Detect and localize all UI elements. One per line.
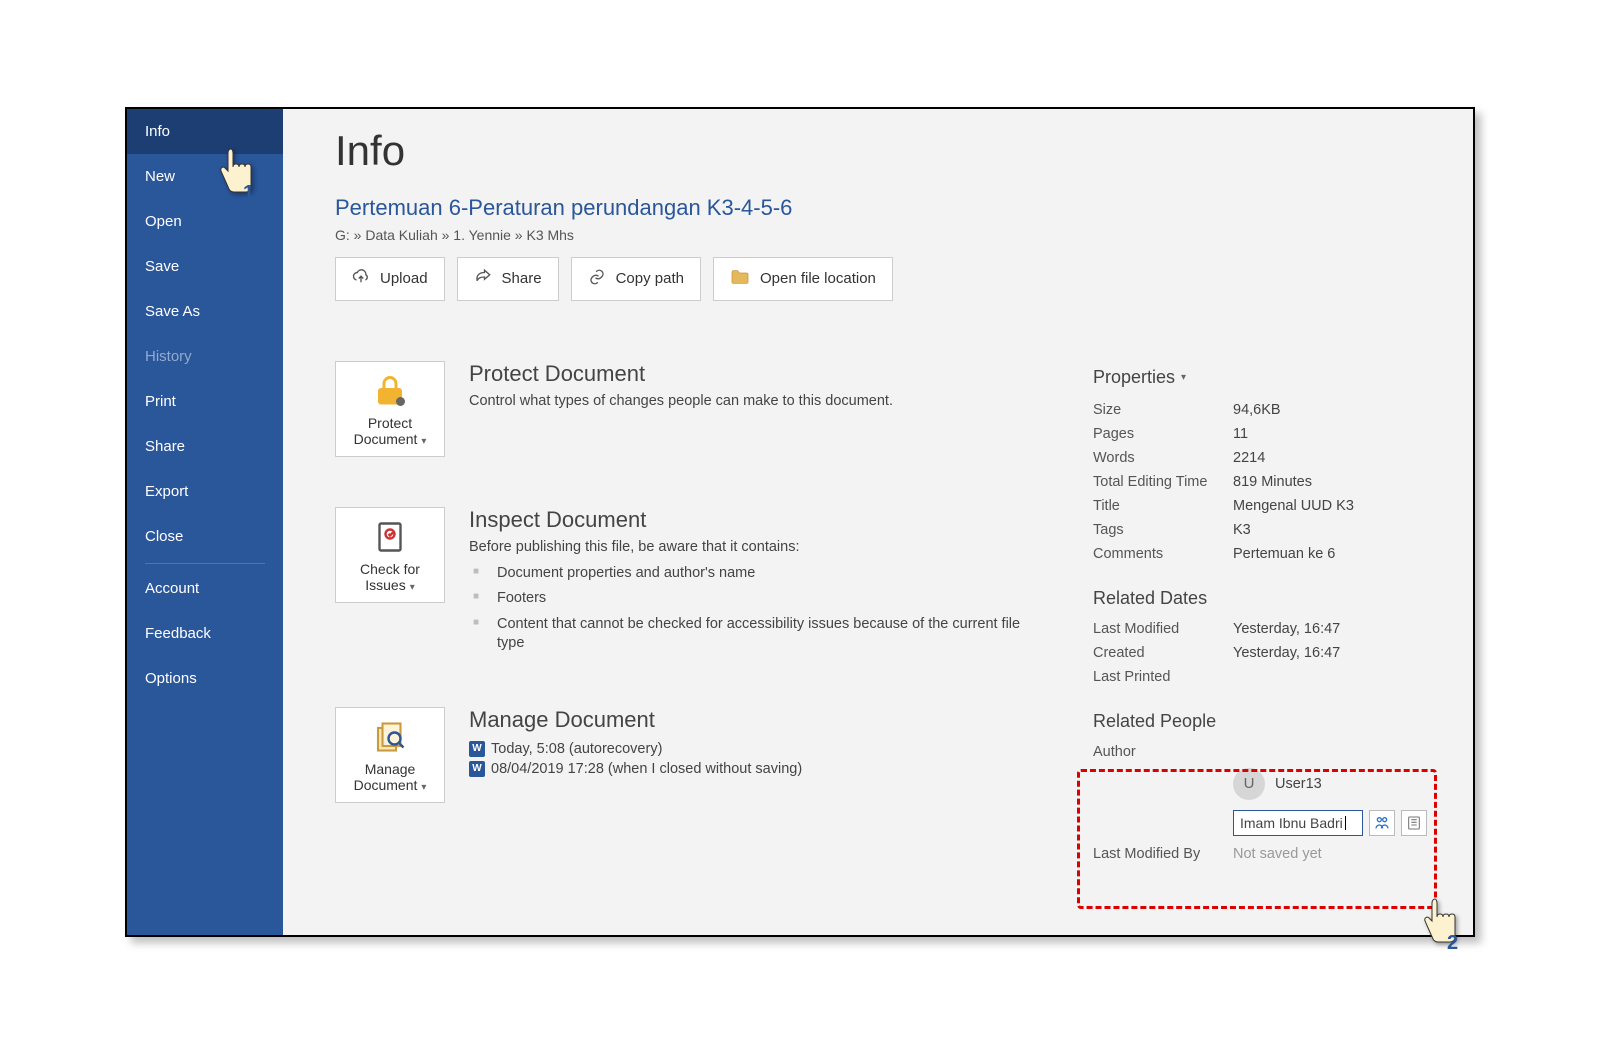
protect-document-tile[interactable]: Protect Document bbox=[335, 361, 445, 457]
prop-last-printed: Last Printed bbox=[1093, 665, 1443, 689]
protect-desc: Control what types of changes people can… bbox=[469, 393, 893, 409]
recovery-version-row[interactable]: W Today, 5:08 (autorecovery) bbox=[469, 739, 802, 759]
author-name: User13 bbox=[1275, 776, 1322, 792]
sidebar-item-options[interactable]: Options bbox=[127, 656, 283, 701]
properties-dropdown[interactable]: Properties bbox=[1093, 367, 1443, 388]
prop-author: Author bbox=[1093, 740, 1443, 764]
check-for-issues-tile[interactable]: Check for Issues bbox=[335, 507, 445, 603]
lock-key-icon bbox=[372, 371, 408, 411]
sidebar-item-close[interactable]: Close bbox=[127, 514, 283, 559]
related-dates-header: Related Dates bbox=[1093, 588, 1443, 609]
prop-editing-time: Total Editing Time819 Minutes bbox=[1093, 470, 1443, 494]
copy-path-label: Copy path bbox=[616, 270, 684, 287]
sidebar-item-share[interactable]: Share bbox=[127, 424, 283, 469]
open-file-location-label: Open file location bbox=[760, 270, 876, 287]
sidebar-item-save[interactable]: Save bbox=[127, 244, 283, 289]
folder-icon bbox=[730, 269, 750, 289]
sidebar-item-export[interactable]: Export bbox=[127, 469, 283, 514]
upload-button[interactable]: Upload bbox=[335, 257, 445, 301]
prop-tags[interactable]: TagsK3 bbox=[1093, 518, 1443, 542]
document-check-icon bbox=[372, 517, 408, 557]
inspect-issue-item: Document properties and author's name bbox=[473, 561, 1023, 587]
breadcrumb: G: » Data Kuliah » 1. Yennie » K3 Mhs bbox=[335, 227, 1443, 243]
callout-number-2: 2 bbox=[1447, 932, 1458, 955]
main-panel: Info Pertemuan 6-Peraturan perundangan K… bbox=[283, 109, 1473, 935]
inspect-desc: Before publishing this file, be aware th… bbox=[469, 539, 1023, 555]
inspect-title: Inspect Document bbox=[469, 507, 1023, 533]
share-label: Share bbox=[502, 270, 542, 287]
manage-section: Manage Document Manage Document W Today,… bbox=[335, 707, 1053, 803]
add-author-row: Imam Ibnu Badri bbox=[1233, 810, 1443, 836]
inspect-issue-list: Document properties and author's name Fo… bbox=[469, 561, 1023, 657]
protect-section: Protect Document Protect Document Contro… bbox=[335, 361, 1053, 457]
inspect-issue-item: Content that cannot be checked for acces… bbox=[473, 612, 1023, 657]
action-row: Upload Share Copy path Open file locatio… bbox=[335, 257, 1443, 301]
share-arrow-icon bbox=[474, 268, 492, 290]
prop-pages: Pages11 bbox=[1093, 422, 1443, 446]
prop-last-modified: Last ModifiedYesterday, 16:47 bbox=[1093, 617, 1443, 641]
sidebar-item-new[interactable]: New bbox=[127, 154, 283, 199]
sidebar-item-open[interactable]: Open bbox=[127, 199, 283, 244]
sidebar-item-feedback[interactable]: Feedback bbox=[127, 611, 283, 656]
share-button[interactable]: Share bbox=[457, 257, 559, 301]
word-document-icon: W bbox=[469, 761, 485, 777]
word-document-icon: W bbox=[469, 741, 485, 757]
sidebar-separator bbox=[145, 563, 265, 564]
inspect-issue-item: Footers bbox=[473, 586, 1023, 612]
sidebar-item-history[interactable]: History bbox=[127, 334, 283, 379]
page-title: Info bbox=[335, 127, 1443, 175]
related-people-header: Related People bbox=[1093, 711, 1443, 732]
recovery-version-label: 08/04/2019 17:28 (when I closed without … bbox=[491, 761, 802, 777]
prop-last-modified-by: Last Modified By Not saved yet bbox=[1093, 846, 1443, 862]
add-author-input[interactable]: Imam Ibnu Badri bbox=[1233, 810, 1363, 836]
address-book-button[interactable] bbox=[1401, 810, 1427, 836]
protect-body: Protect Document Control what types of c… bbox=[469, 361, 893, 415]
inspect-body: Inspect Document Before publishing this … bbox=[469, 507, 1023, 657]
document-title: Pertemuan 6-Peraturan perundangan K3-4-5… bbox=[335, 195, 1443, 221]
prop-size: Size94,6KB bbox=[1093, 398, 1443, 422]
manage-document-tile[interactable]: Manage Document bbox=[335, 707, 445, 803]
prop-comments[interactable]: CommentsPertemuan ke 6 bbox=[1093, 542, 1443, 566]
manage-title: Manage Document bbox=[469, 707, 802, 733]
manage-body: Manage Document W Today, 5:08 (autorecov… bbox=[469, 707, 802, 779]
protect-tile-label: Protect Document bbox=[354, 415, 418, 447]
backstage-sidebar: Info New Open Save Save As History Print… bbox=[127, 109, 283, 935]
backstage-frame: Info New Open Save Save As History Print… bbox=[125, 107, 1475, 937]
prop-words: Words2214 bbox=[1093, 446, 1443, 470]
properties-panel: Properties Size94,6KB Pages11 Words2214 … bbox=[1093, 361, 1443, 862]
sidebar-item-save-as[interactable]: Save As bbox=[127, 289, 283, 334]
sidebar-item-print[interactable]: Print bbox=[127, 379, 283, 424]
sidebar-item-info[interactable]: Info bbox=[127, 109, 283, 154]
recovery-version-row[interactable]: W 08/04/2019 17:28 (when I closed withou… bbox=[469, 759, 802, 779]
document-stack-icon bbox=[372, 717, 408, 757]
author-entry[interactable]: U User13 bbox=[1233, 768, 1443, 800]
protect-title: Protect Document bbox=[469, 361, 893, 387]
inspect-section: Check for Issues Inspect Document Before… bbox=[335, 507, 1053, 657]
open-file-location-button[interactable]: Open file location bbox=[713, 257, 893, 301]
cloud-upload-icon bbox=[352, 268, 370, 290]
avatar: U bbox=[1233, 768, 1265, 800]
prop-title[interactable]: TitleMengenal UUD K3 bbox=[1093, 494, 1443, 518]
recovery-version-label: Today, 5:08 (autorecovery) bbox=[491, 741, 662, 757]
prop-created: CreatedYesterday, 16:47 bbox=[1093, 641, 1443, 665]
sections-column: Protect Document Protect Document Contro… bbox=[335, 361, 1053, 862]
upload-label: Upload bbox=[380, 270, 428, 287]
link-icon bbox=[588, 268, 606, 290]
sidebar-item-account[interactable]: Account bbox=[127, 566, 283, 611]
content-area: Protect Document Protect Document Contro… bbox=[335, 361, 1443, 862]
verify-names-button[interactable] bbox=[1369, 810, 1395, 836]
manage-tile-label: Manage Document bbox=[354, 761, 418, 793]
copy-path-button[interactable]: Copy path bbox=[571, 257, 701, 301]
